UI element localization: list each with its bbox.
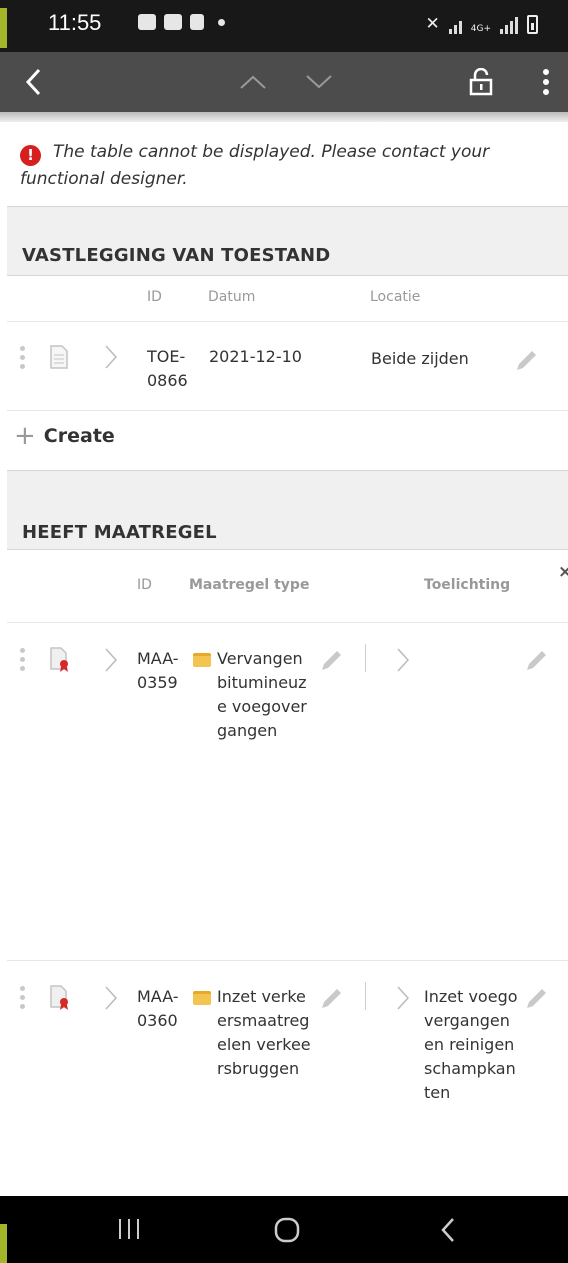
row-id: TOE-0866 bbox=[147, 347, 188, 390]
toolbar-shadow bbox=[0, 112, 568, 122]
col-header-id[interactable]: ID bbox=[137, 577, 152, 593]
edit-pencil-icon[interactable] bbox=[318, 648, 344, 678]
chevron-right-icon[interactable] bbox=[396, 985, 410, 1015]
edit-pencil-icon[interactable] bbox=[523, 648, 549, 678]
divider bbox=[7, 321, 568, 322]
row-datum: 2021-12-10 bbox=[209, 347, 302, 366]
col-header-datum[interactable]: Datum bbox=[208, 289, 255, 305]
recents-icon[interactable] bbox=[116, 1216, 142, 1246]
create-button[interactable]: + Create bbox=[14, 421, 115, 451]
row-maatregel-type: Vervangen bitumineuze voegovergangen bbox=[217, 649, 307, 740]
folder-icon bbox=[193, 989, 215, 1008]
dot-icon bbox=[218, 18, 225, 26]
divider bbox=[7, 275, 568, 276]
back-arrow-icon[interactable] bbox=[18, 66, 48, 98]
drag-handle-icon[interactable] bbox=[20, 986, 26, 1013]
app-icon bbox=[190, 14, 204, 30]
chevron-down-icon[interactable] bbox=[304, 70, 334, 94]
error-message: ! The table cannot be displayed. Please c… bbox=[20, 139, 550, 193]
col-header-locatie[interactable]: Locatie bbox=[370, 289, 420, 305]
column-separator bbox=[365, 644, 366, 672]
row-locatie: Beide zijden bbox=[371, 349, 469, 368]
row-id: MAA-0360 bbox=[137, 987, 179, 1030]
network-type: 4G+ bbox=[470, 24, 491, 34]
col-header-toelichting[interactable]: Toelichting bbox=[424, 577, 510, 593]
section-title-vastlegging: VASTLEGGING VAN TOESTAND bbox=[22, 245, 331, 266]
drag-handle-icon[interactable] bbox=[20, 346, 26, 373]
status-bar: 11:55 ✕ 4G+ bbox=[0, 0, 568, 52]
error-icon: ! bbox=[20, 145, 41, 166]
close-icon[interactable]: × bbox=[558, 562, 568, 582]
battery-icon bbox=[527, 15, 538, 34]
divider bbox=[7, 622, 568, 623]
app-toolbar bbox=[0, 52, 568, 112]
column-separator bbox=[365, 982, 366, 1010]
drag-handle-icon[interactable] bbox=[20, 648, 26, 675]
row-maatregel-type: Inzet verkeersmaatregelen verkeersbrugge… bbox=[217, 987, 311, 1078]
gallery-icon bbox=[138, 14, 156, 30]
col-header-maatregel-type[interactable]: Maatregel type bbox=[189, 577, 309, 593]
certificate-document-icon bbox=[49, 647, 71, 677]
back-icon[interactable] bbox=[439, 1216, 457, 1248]
youtube-icon bbox=[164, 14, 182, 30]
row-id: MAA-0359 bbox=[137, 649, 179, 692]
document-icon bbox=[49, 345, 69, 373]
edit-pencil-icon[interactable] bbox=[318, 986, 344, 1016]
edge-accent bbox=[0, 8, 7, 48]
folder-icon bbox=[193, 651, 215, 670]
chevron-right-icon[interactable] bbox=[396, 647, 410, 677]
mute-icon: ✕ bbox=[425, 14, 440, 34]
status-right: ✕ 4G+ bbox=[425, 14, 538, 34]
chevron-up-icon[interactable] bbox=[238, 70, 268, 94]
divider bbox=[7, 549, 568, 550]
notification-icons bbox=[138, 14, 225, 30]
edit-pencil-icon[interactable] bbox=[523, 986, 549, 1016]
certificate-document-icon bbox=[49, 985, 71, 1015]
unlock-icon[interactable] bbox=[466, 66, 496, 98]
system-nav-bar bbox=[0, 1196, 568, 1263]
home-icon[interactable] bbox=[273, 1216, 301, 1248]
chevron-right-icon[interactable] bbox=[104, 985, 118, 1015]
divider bbox=[7, 410, 568, 411]
col-header-id[interactable]: ID bbox=[147, 289, 162, 305]
signal-icon-2 bbox=[500, 16, 518, 34]
status-time: 11:55 bbox=[48, 10, 102, 35]
chevron-right-icon[interactable] bbox=[104, 344, 118, 374]
edit-pencil-icon[interactable] bbox=[513, 348, 539, 378]
create-label: Create bbox=[43, 425, 115, 447]
chevron-right-icon[interactable] bbox=[104, 647, 118, 677]
plus-icon: + bbox=[14, 421, 36, 451]
error-text: The table cannot be displayed. Please co… bbox=[20, 142, 490, 189]
more-vertical-icon[interactable] bbox=[536, 66, 556, 98]
row-toelichting: Inzet voegovergangen en reinigen schampk… bbox=[424, 987, 518, 1102]
section-title-maatregel: HEEFT MAATREGEL bbox=[22, 522, 217, 543]
signal-icon bbox=[448, 16, 462, 34]
edge-accent bbox=[0, 1224, 7, 1263]
divider bbox=[7, 960, 568, 961]
